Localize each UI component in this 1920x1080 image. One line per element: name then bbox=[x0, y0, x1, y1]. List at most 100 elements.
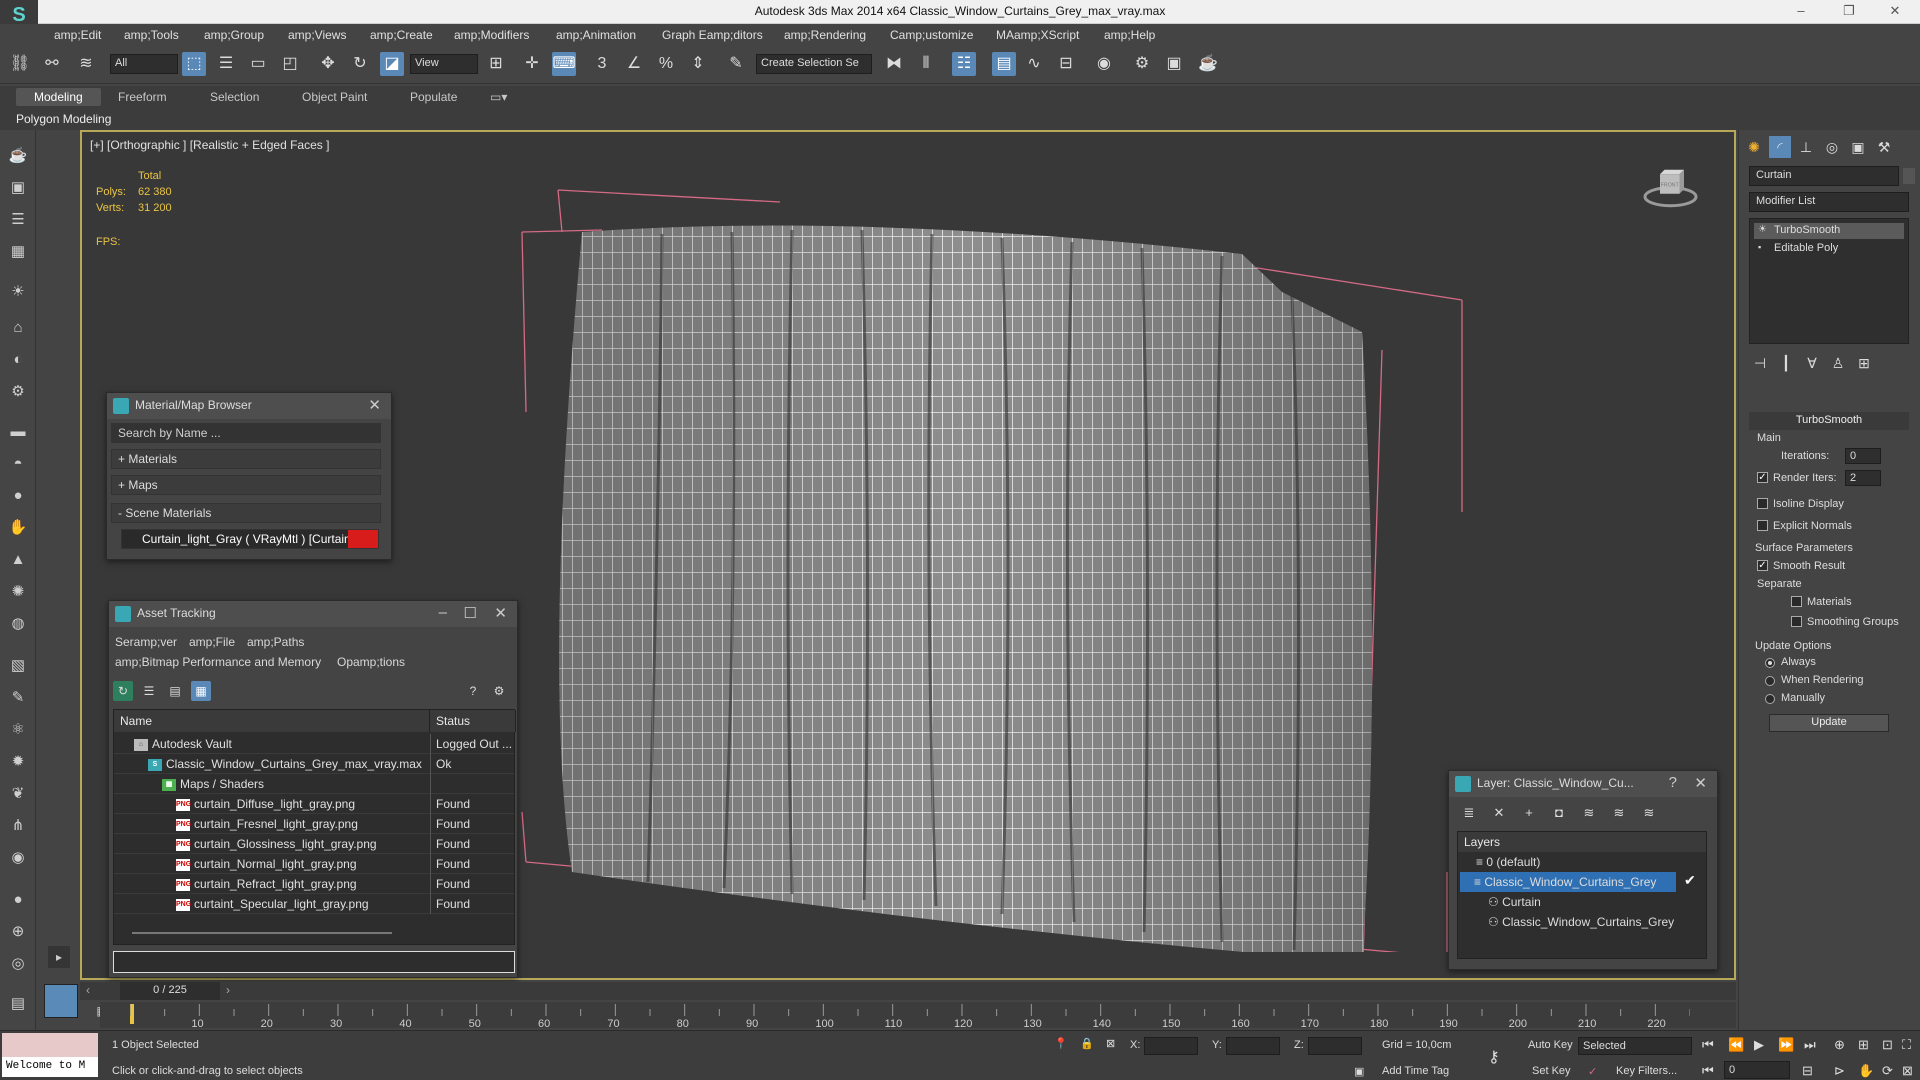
zoom-extents-icon[interactable]: ⊡ bbox=[1882, 1037, 1893, 1053]
menu-help[interactable]: amp;Help bbox=[1104, 28, 1155, 42]
time-tag-icon[interactable]: ▣ bbox=[1354, 1065, 1364, 1078]
minimize-icon[interactable]: – bbox=[439, 604, 447, 621]
table-row[interactable]: PNG curtain_Refract_light_gray.png Found bbox=[114, 874, 514, 894]
table-row[interactable]: PNG curtain_Fresnel_light_gray.png Found bbox=[114, 814, 514, 834]
selection-lock-icon[interactable]: 🔒 bbox=[1080, 1037, 1094, 1050]
help-icon[interactable]: ? bbox=[1669, 774, 1677, 791]
key-mode-select[interactable]: Selected bbox=[1578, 1037, 1692, 1055]
shell-icon[interactable]: ◉ bbox=[6, 846, 30, 870]
align-icon[interactable]: ⫴ bbox=[914, 52, 938, 76]
table-row[interactable]: PNG curtain_Normal_light_gray.png Found bbox=[114, 854, 514, 874]
time-config-icon[interactable]: ⊟ bbox=[1802, 1063, 1813, 1079]
current-layer-checkmark-icon[interactable]: ✔ bbox=[1684, 872, 1696, 889]
next-frame-icon[interactable]: ⏩ bbox=[1778, 1037, 1794, 1053]
modify-tab-icon[interactable]: ◜ bbox=[1769, 136, 1791, 158]
menu-server[interactable]: Seramp;ver bbox=[115, 635, 177, 649]
menu-bitmap-performance[interactable]: amp;Bitmap Performance and Memory bbox=[115, 655, 321, 669]
snaps-toggle-icon[interactable]: 3 bbox=[590, 52, 614, 76]
helper-icon[interactable]: ◐ bbox=[6, 348, 30, 372]
menu-file[interactable]: amp;File bbox=[189, 635, 235, 649]
hatch-icon[interactable]: ▧ bbox=[6, 654, 30, 678]
highlight-layer-icon[interactable]: ≋ bbox=[1579, 803, 1599, 823]
stack-item-turbosmooth[interactable]: ☀ TurboSmooth bbox=[1754, 223, 1904, 239]
reference-coord-select[interactable]: View bbox=[410, 54, 478, 74]
window-crossing-icon[interactable]: ◰ bbox=[278, 52, 302, 76]
render-iters-checkbox[interactable]: ✓ bbox=[1757, 472, 1768, 483]
material-search-input[interactable]: Search by Name ... bbox=[111, 423, 381, 443]
zoom-extents-all-icon[interactable]: ⛶ bbox=[1902, 1037, 1911, 1053]
bulb-icon[interactable]: ☀ bbox=[1758, 224, 1767, 235]
time-next-icon[interactable]: › bbox=[226, 983, 230, 997]
spinner-snap-icon[interactable]: ⇕ bbox=[686, 52, 710, 76]
material-item-curtain[interactable]: Curtain_light_Gray ( VRayMtl ) [Curtain] bbox=[121, 529, 379, 549]
named-selection-set-select[interactable]: Create Selection Se bbox=[756, 54, 872, 74]
set-key-button[interactable]: Set Key bbox=[1532, 1065, 1571, 1077]
manually-radio[interactable] bbox=[1765, 694, 1775, 704]
lock-pin-icon[interactable]: 📍 bbox=[1054, 1037, 1068, 1050]
when-rendering-radio[interactable] bbox=[1765, 676, 1775, 686]
auto-key-button[interactable]: Auto Key bbox=[1528, 1039, 1573, 1051]
teapot-icon[interactable]: ☕ bbox=[6, 144, 30, 168]
column-header-name[interactable]: Name bbox=[114, 710, 430, 732]
group-materials[interactable]: + Materials bbox=[111, 449, 381, 469]
maxscript-output[interactable] bbox=[2, 1033, 98, 1057]
world-icon[interactable]: ◎ bbox=[6, 952, 30, 976]
tree-view-icon[interactable]: ▤ bbox=[165, 681, 185, 701]
update-button[interactable]: Update bbox=[1769, 714, 1889, 732]
ribbon-toggle-icon[interactable]: ▤ bbox=[992, 52, 1016, 76]
path-input[interactable] bbox=[113, 951, 515, 973]
stack-item-editable-poly[interactable]: ▪ Editable Poly bbox=[1754, 241, 1904, 257]
table-row[interactable]: PNG curtain_Diffuse_light_gray.png Found bbox=[114, 794, 514, 814]
x-coord-field[interactable] bbox=[1144, 1037, 1198, 1055]
select-by-name-icon[interactable]: ☰ bbox=[214, 52, 238, 76]
globe-icon[interactable]: ✹ bbox=[6, 750, 30, 774]
time-slider-thumb[interactable]: 0 / 225 bbox=[120, 982, 220, 1000]
key-mode-toggle-icon[interactable]: ⏮ bbox=[1702, 1063, 1714, 1079]
menu-options[interactable]: Opamp;tions bbox=[337, 655, 405, 669]
file-icon[interactable]: ▤ bbox=[6, 992, 30, 1016]
atom-icon[interactable]: ⚛ bbox=[6, 718, 30, 742]
refresh-icon[interactable]: ↻ bbox=[113, 681, 133, 701]
edit-named-sets-icon[interactable]: ✎ bbox=[724, 52, 748, 76]
list-view-icon[interactable]: ☰ bbox=[139, 681, 159, 701]
blue-sphere-icon[interactable]: ● bbox=[6, 888, 30, 912]
maxscript-input[interactable]: Welcome to M bbox=[2, 1057, 98, 1077]
smoothing-groups-checkbox[interactable] bbox=[1791, 616, 1802, 627]
maximize-viewport-icon[interactable]: ⊠ bbox=[1902, 1063, 1913, 1079]
transform-icon[interactable]: ⊕ bbox=[6, 920, 30, 944]
angle-snap-icon[interactable]: ∠ bbox=[622, 52, 646, 76]
light-icon[interactable]: ☀ bbox=[6, 280, 30, 304]
close-icon[interactable]: ✕ bbox=[368, 396, 381, 414]
table-row[interactable]: PNG curtaint_Specular_light_gray.png Foun… bbox=[114, 894, 514, 914]
turbosmooth-rollout[interactable]: TurboSmooth bbox=[1749, 412, 1909, 430]
display-tab-icon[interactable]: ▣ bbox=[1847, 136, 1869, 158]
hierarchy-tab-icon[interactable]: ⊥ bbox=[1795, 136, 1817, 158]
configure-sets-icon[interactable]: ⊞ bbox=[1853, 352, 1875, 374]
new-layer-icon[interactable]: ≣ bbox=[1459, 803, 1479, 823]
hair-icon[interactable]: ⋔ bbox=[6, 814, 30, 838]
menu-maxscript[interactable]: MAamp;XScript bbox=[996, 28, 1079, 42]
hide-layers-icon[interactable]: ≋ bbox=[1609, 803, 1629, 823]
menu-paths[interactable]: amp;Paths bbox=[247, 635, 304, 649]
smooth-result-checkbox[interactable]: ✓ bbox=[1757, 560, 1768, 571]
brush-icon[interactable]: ✎ bbox=[6, 686, 30, 710]
hand-icon[interactable]: ✋ bbox=[6, 516, 30, 540]
delete-layer-icon[interactable]: ✕ bbox=[1489, 803, 1509, 823]
orbit-icon[interactable]: ⟳ bbox=[1882, 1063, 1893, 1079]
rect-selection-icon[interactable]: ▭ bbox=[246, 52, 270, 76]
pan-icon[interactable]: ✋ bbox=[1858, 1063, 1874, 1079]
menu-graph-editors[interactable]: Graph Eamp;ditors bbox=[662, 28, 763, 42]
rotate-icon[interactable]: ↻ bbox=[348, 52, 372, 76]
schematic-view-icon[interactable]: ⊟ bbox=[1054, 52, 1078, 76]
object-name-input[interactable]: Curtain bbox=[1749, 166, 1899, 186]
table-row[interactable]: PNG curtain_Glossiness_light_gray.png Fou… bbox=[114, 834, 514, 854]
menu-group[interactable]: amp;Group bbox=[204, 28, 264, 42]
table-row[interactable]: ⌂ Autodesk Vault Logged Out ... bbox=[114, 734, 514, 754]
menu-create[interactable]: amp;Create bbox=[370, 28, 433, 42]
menu-customize[interactable]: Camp;ustomize bbox=[890, 28, 973, 42]
menu-tools[interactable]: amp;Tools bbox=[124, 28, 179, 42]
asset-tracking-titlebar[interactable]: Asset Tracking – ☐ ✕ bbox=[109, 601, 517, 627]
tab-freeform[interactable]: Freeform bbox=[118, 90, 167, 104]
horizontal-scrollbar[interactable] bbox=[132, 932, 392, 934]
utilities-tab-icon[interactable]: ⚒ bbox=[1873, 136, 1895, 158]
